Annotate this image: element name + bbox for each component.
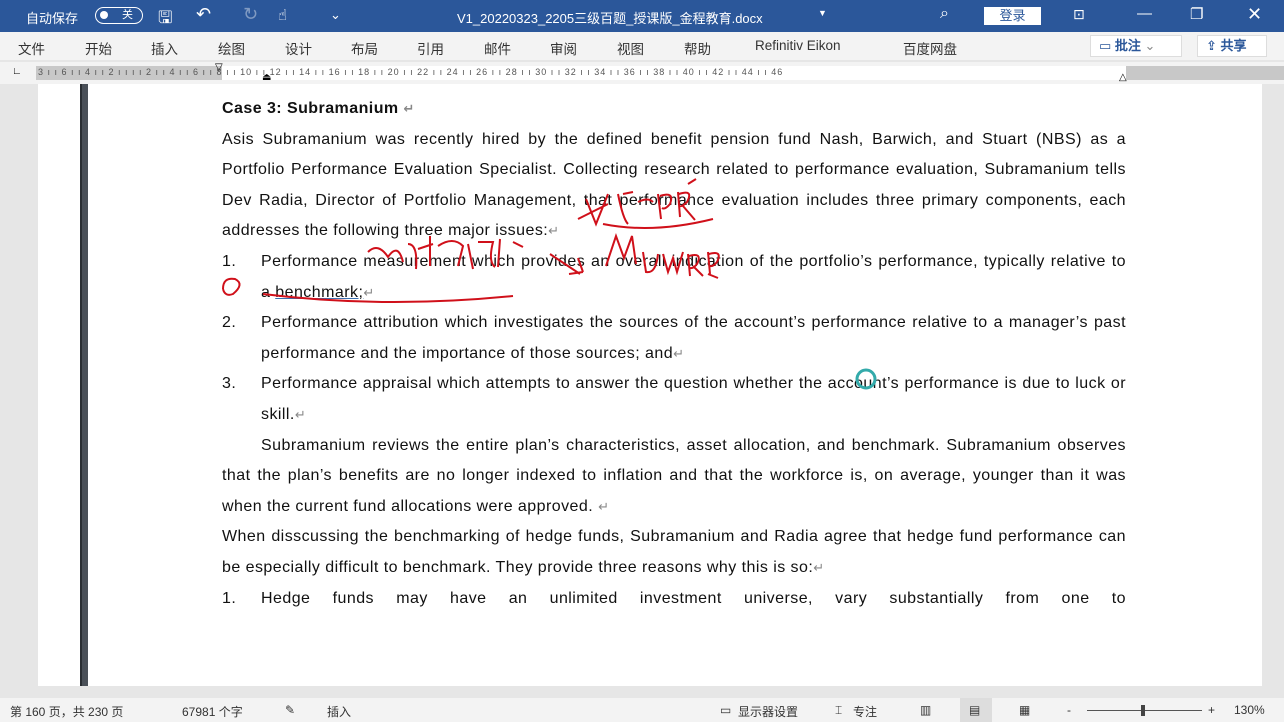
paragraph-mark: ↵ (548, 223, 560, 239)
share-icon: ⇪ (1206, 38, 1221, 53)
login-button[interactable]: 登录 (984, 7, 1041, 25)
autosave-label: 自动保存 (26, 11, 79, 26)
comment-icon: ▭ (1099, 38, 1115, 53)
undo-icon[interactable]: ↶ (196, 4, 211, 25)
tab-baidu-netdisk[interactable]: 百度网盘 (903, 38, 957, 58)
save-icon[interactable]: 🖫 (158, 5, 172, 34)
print-layout-icon[interactable]: ▤ (969, 703, 980, 717)
list-item: 2. Performance attribution which investig… (222, 308, 1126, 369)
tab-stop-selector[interactable]: ∟ (12, 66, 22, 77)
tab-help[interactable]: 帮助 (684, 38, 711, 58)
document-page[interactable]: Case 3: Subramanium ↵ Asis Subramanium w… (38, 84, 1262, 686)
tab-layout[interactable]: 布局 (351, 38, 378, 58)
customize-toolbar-icon[interactable]: ⌄ (330, 7, 341, 23)
paragraph-mark: ↵ (598, 498, 610, 514)
case-heading: Case 3: Subramanium (222, 100, 399, 117)
tab-refinitiv-eikon[interactable]: Refinitiv Eikon (755, 38, 841, 53)
title-dropdown-icon[interactable]: ▼ (818, 8, 827, 18)
ribbon-tabs: 文件 开始 插入 绘图 设计 布局 引用 邮件 审阅 视图 帮助 Refinit… (0, 32, 1284, 60)
share-label: 共享 (1220, 38, 1247, 53)
zoom-slider-thumb[interactable] (1141, 705, 1145, 716)
tab-design[interactable]: 设计 (285, 38, 312, 58)
hanging-indent-marker[interactable]: ⏏ (262, 72, 271, 83)
comments-label: 批注 (1114, 38, 1141, 53)
redo-icon[interactable]: ↻ (243, 4, 258, 25)
document-title[interactable]: V1_20220323_2205三级百题_授课版_金程教育.docx (457, 8, 763, 27)
tab-references[interactable]: 引用 (417, 38, 444, 58)
insert-mode[interactable]: 插入 (327, 703, 351, 720)
tab-draw[interactable]: 绘图 (218, 38, 245, 58)
list-item: 3. Performance appraisal which attempts t… (222, 369, 1126, 430)
tab-insert[interactable]: 插入 (151, 38, 178, 58)
right-margin-shade (1126, 66, 1284, 80)
paragraph-3: When disscussing the benchmarking of hed… (222, 528, 1126, 576)
page-count[interactable]: 第 160 页，共 230 页 (10, 703, 123, 720)
ribbon-display-icon[interactable]: ⊡ (1073, 6, 1085, 23)
page-left-edge (80, 84, 88, 686)
close-icon[interactable]: ✕ (1247, 4, 1262, 25)
display-settings-button[interactable]: 显示器设置 (738, 703, 798, 720)
horizontal-ruler[interactable]: ∟ 3 ı ı 6 ı ı 4 ı ı 2 ı ı ı ı 2 ı ı 4 ı … (0, 62, 1284, 84)
right-indent-marker[interactable]: △ (1119, 72, 1127, 83)
web-layout-icon[interactable]: ▦ (1019, 703, 1030, 717)
paragraph-1: Asis Subramanium was recently hired by t… (222, 130, 1126, 240)
tab-home[interactable]: 开始 (85, 38, 112, 58)
list-text: Performance attribution which investigat… (261, 314, 1126, 362)
touch-mode-icon[interactable]: ☝ (278, 6, 287, 24)
zoom-out-button[interactable]: - (1067, 703, 1071, 717)
proofing-icon[interactable]: ✎ (285, 703, 295, 717)
autosave-toggle[interactable]: 关 (95, 7, 143, 24)
tab-file[interactable]: 文件 (18, 38, 45, 58)
list-number: 1. (222, 589, 237, 607)
list-number: 1. (222, 252, 237, 270)
ruler-ticks: 3 ı ı 6 ı ı 4 ı ı 2 ı ı ı ı 2 ı ı 4 ı ı … (38, 67, 784, 77)
paragraph-mark: ↵ (673, 345, 685, 361)
read-mode-icon[interactable]: ▥ (920, 703, 931, 717)
list-item: 1. Hedge funds may have an unlimited inve… (222, 584, 1126, 615)
list-item: 1. Performance measurement which provides… (222, 247, 1126, 308)
document-body[interactable]: Case 3: Subramanium ↵ Asis Subramanium w… (222, 94, 1126, 614)
comments-button[interactable]: ▭ 批注 ⌄ (1090, 35, 1182, 57)
list-text: Performance measurement which provides a… (261, 252, 1126, 301)
share-button[interactable]: ⇪ 共享 (1197, 35, 1267, 57)
title-bar: 自动保存 关 🖫 ↶ ↻ ☝ ⌄ V1_20220323_2205三级百题_授课… (0, 0, 1284, 32)
chevron-down-icon: ⌄ (1140, 38, 1156, 53)
paragraph-mark: ↵ (813, 559, 825, 575)
zoom-in-button[interactable]: + (1208, 703, 1215, 717)
first-line-indent-marker[interactable]: ▽ (215, 62, 223, 73)
list-number: 2. (222, 314, 237, 332)
tab-view[interactable]: 视图 (617, 38, 644, 58)
search-icon[interactable]: ⌕ (940, 5, 949, 23)
zoom-level[interactable]: 130% (1234, 703, 1265, 717)
list-text: Performance appraisal which attempts to … (261, 375, 1126, 423)
paragraph-mark: ↵ (294, 406, 307, 422)
minimize-icon[interactable]: — (1137, 5, 1152, 22)
display-settings-icon: ▭ (720, 703, 732, 717)
tab-review[interactable]: 审阅 (550, 38, 577, 58)
tab-mailings[interactable]: 邮件 (484, 38, 511, 58)
status-bar: 第 160 页，共 230 页 67981 个字 ✎ 插入 ▭ 显示器设置 ⌶ … (0, 698, 1284, 722)
ruler-bar[interactable]: 3 ı ı 6 ı ı 4 ı ı 2 ı ı ı ı 2 ı ı 4 ı ı … (36, 66, 1284, 80)
paragraph-2: Subramanium reviews the entire plan’s ch… (222, 436, 1126, 515)
list-number: 3. (222, 375, 237, 393)
list-text: Hedge funds may have an unlimited invest… (261, 589, 1126, 607)
paragraph-mark: ↵ (363, 284, 375, 300)
paragraph-mark: ↵ (403, 101, 415, 116)
focus-icon: ⌶ (835, 703, 843, 717)
focus-button[interactable]: 专注 (853, 703, 877, 720)
word-count[interactable]: 67981 个字 (182, 703, 243, 720)
restore-icon[interactable]: ❐ (1190, 5, 1203, 23)
benchmark-text: benchmark; (275, 283, 364, 301)
